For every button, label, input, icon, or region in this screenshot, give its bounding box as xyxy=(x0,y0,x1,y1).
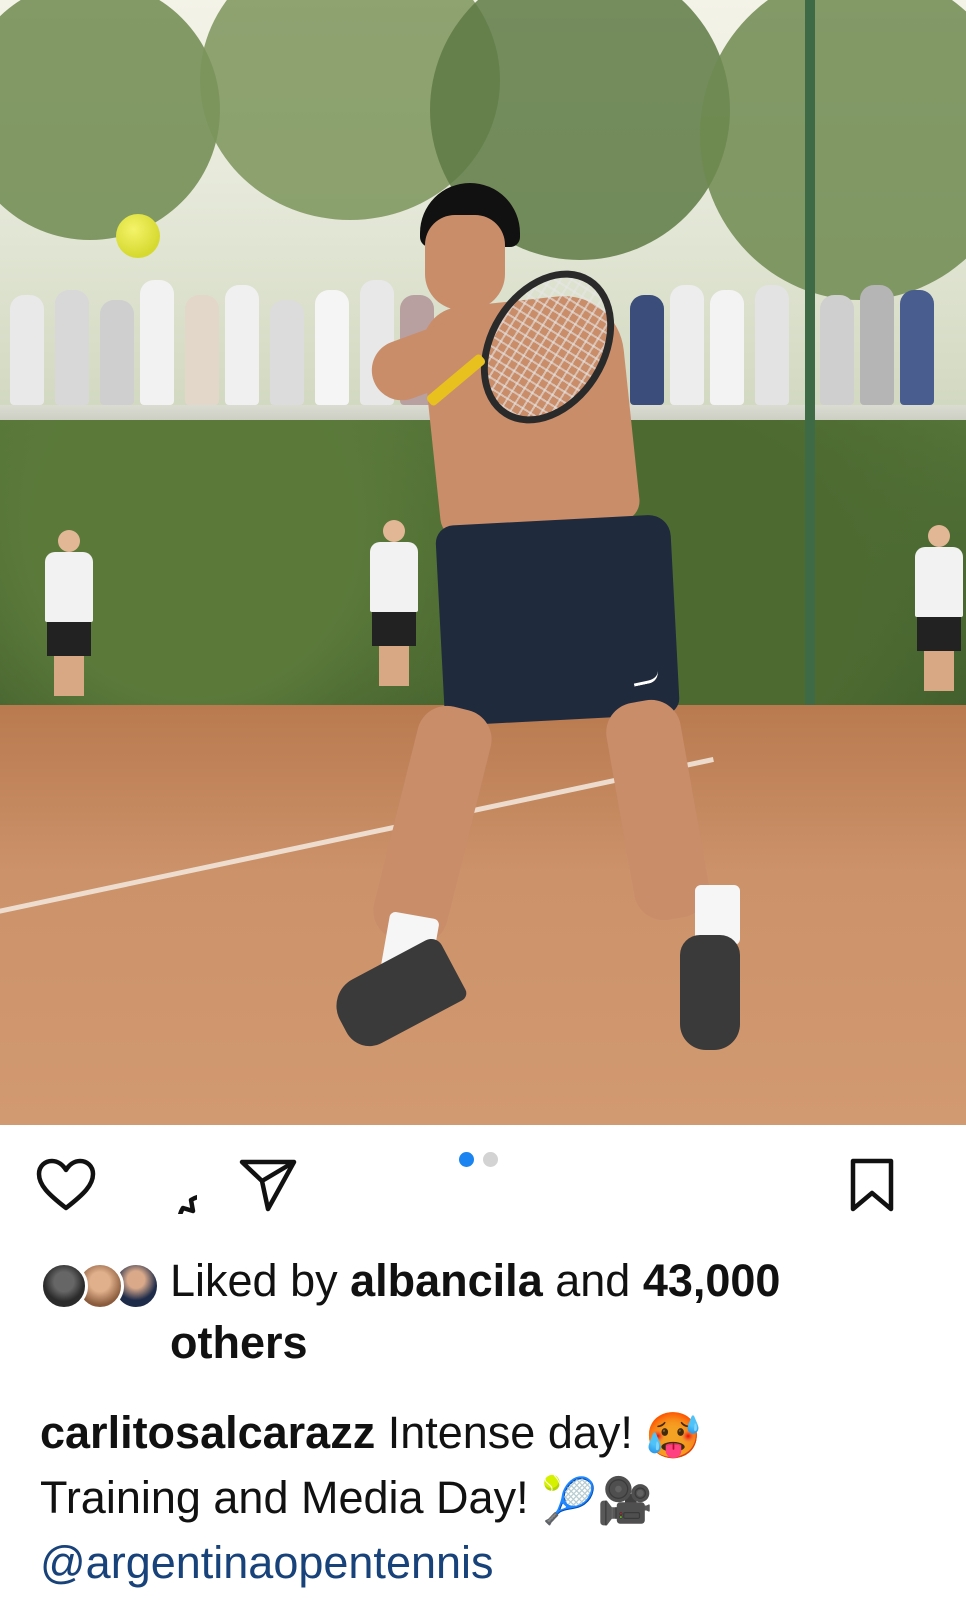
caption-text-line2: Training and Media Day! xyxy=(40,1472,529,1524)
share-button[interactable] xyxy=(238,1155,298,1215)
bookmark-icon xyxy=(850,1158,894,1212)
save-button[interactable] xyxy=(842,1155,902,1215)
likes-prefix: Liked by xyxy=(170,1255,351,1306)
avatar[interactable] xyxy=(40,1262,88,1310)
hot-face-emoji: 🥵 xyxy=(645,1410,702,1462)
liker-username[interactable]: albancila xyxy=(350,1255,543,1306)
tennis-ball xyxy=(116,214,160,258)
movie-camera-emoji: 🎥 xyxy=(597,1475,654,1527)
post-image[interactable] xyxy=(0,0,966,1125)
caption-text-line1: Intense day! xyxy=(387,1407,633,1458)
tennis-ball-emoji: 🎾 xyxy=(541,1475,598,1527)
like-button[interactable] xyxy=(36,1155,96,1215)
carousel-dot[interactable] xyxy=(483,1152,498,1167)
carousel-indicator xyxy=(459,1152,498,1167)
caption-mention-link[interactable]: @argentinaopentennis xyxy=(40,1537,494,1588)
send-icon xyxy=(239,1159,297,1212)
caption: carlitosalcarazz Intense day! 🥵 Training… xyxy=(40,1402,940,1594)
background-person xyxy=(915,525,963,691)
likes-middle: and xyxy=(542,1255,643,1306)
comment-icon xyxy=(178,1195,197,1214)
background-person xyxy=(45,530,93,696)
liker-avatars[interactable] xyxy=(40,1262,160,1310)
light-pole xyxy=(805,0,815,710)
likes-text[interactable]: Liked by albancila and 43,000 others xyxy=(170,1250,890,1374)
likes-count[interactable]: 43,000 xyxy=(643,1255,781,1306)
background-person xyxy=(370,520,418,686)
action-bar xyxy=(0,1125,966,1225)
caption-username[interactable]: carlitosalcarazz xyxy=(40,1407,375,1458)
heart-icon xyxy=(36,1158,96,1211)
comment-button[interactable] xyxy=(138,1155,198,1215)
likes-others[interactable]: others xyxy=(170,1317,308,1368)
carousel-dot-active[interactable] xyxy=(459,1152,474,1167)
